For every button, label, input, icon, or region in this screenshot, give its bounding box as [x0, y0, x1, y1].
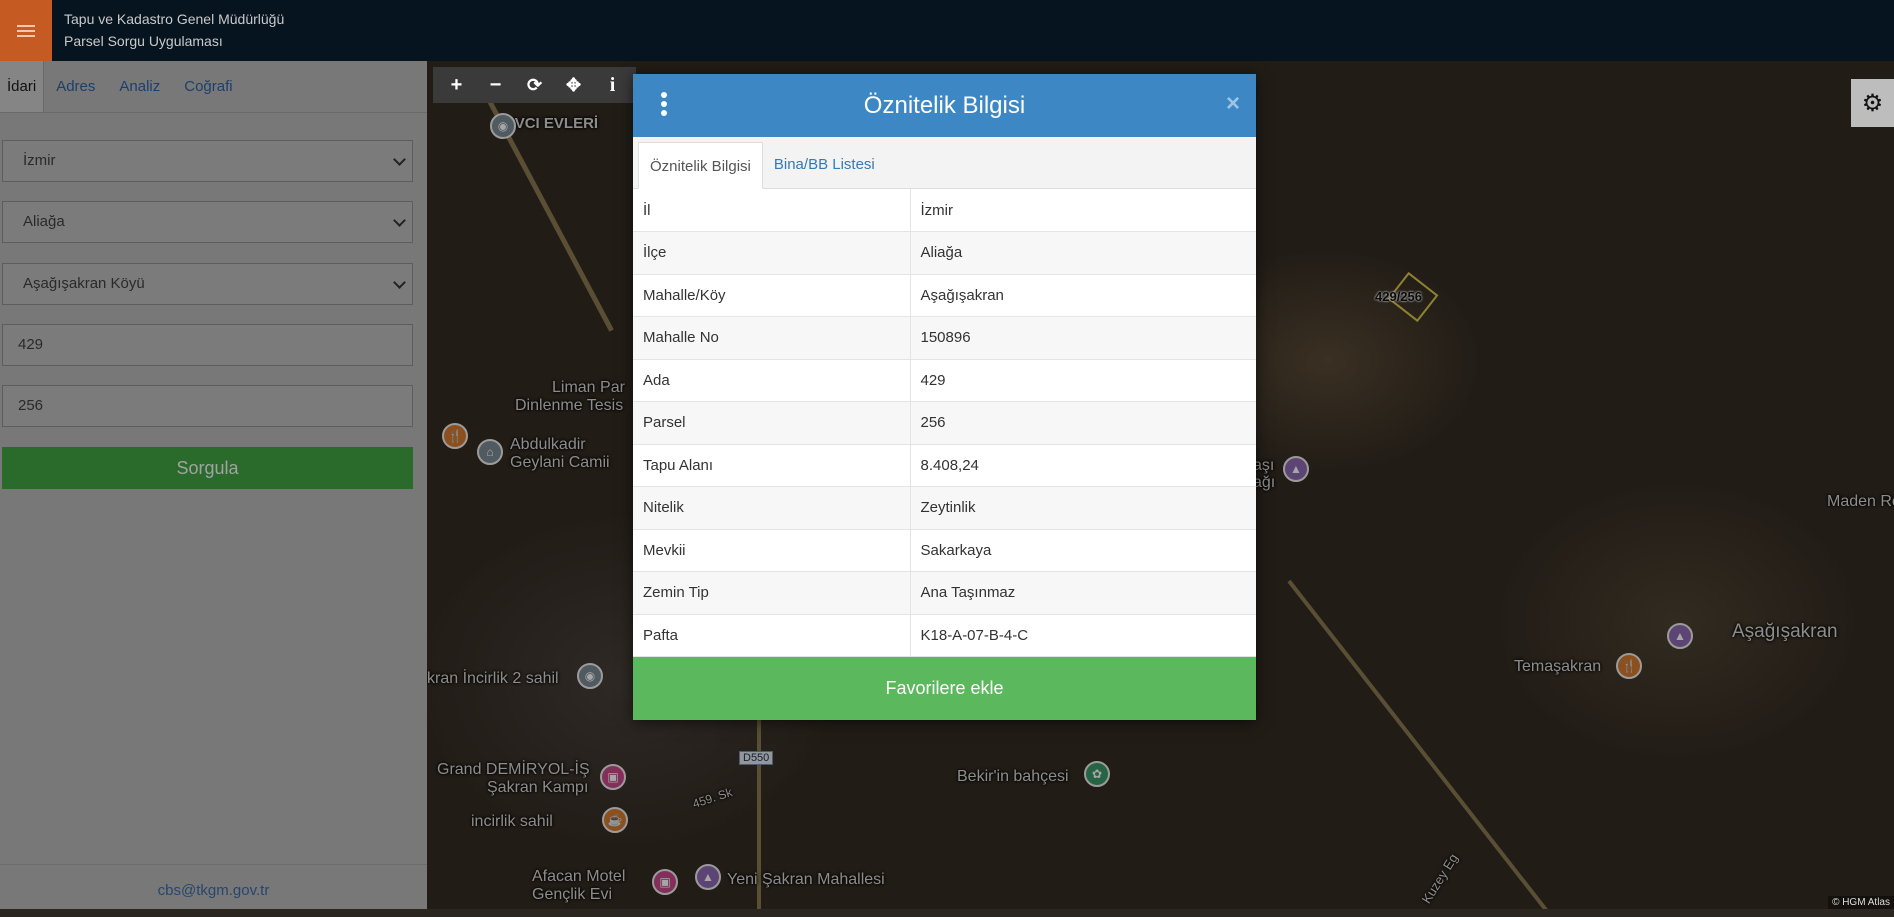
tab-idari[interactable]: İdari — [0, 61, 45, 112]
attr-key: Mahalle No — [633, 316, 911, 360]
zoom-out-icon[interactable]: − — [476, 67, 515, 103]
parsel-input-value: 256 — [18, 397, 44, 414]
table-row: İlçe Aliağa — [633, 231, 1256, 275]
ada-input[interactable]: 429 — [2, 324, 413, 366]
table-row: Mahalle No 150896 — [633, 316, 1256, 360]
modal-header: Öznitelik Bilgisi × — [633, 74, 1256, 137]
map-attribution: © HGM Atlas — [1828, 896, 1894, 909]
attr-value: 256 — [910, 401, 1256, 445]
table-row: İl İzmir — [633, 189, 1256, 232]
org-line1: Tapu ve Kadastro Genel Müdürlüğü — [64, 11, 285, 27]
ilce-select[interactable]: Aliağa — [2, 201, 413, 243]
org-title: Tapu ve Kadastro Genel Müdürlüğü Parsel … — [64, 8, 284, 52]
footer: cbs@tkgm.gov.tr — [0, 864, 427, 909]
sidebar: İdari Adres Analiz Coğrafi İzmir Aliağa … — [0, 61, 427, 909]
attr-value: 8.408,24 — [910, 444, 1256, 487]
attr-key: Mevkii — [633, 529, 911, 572]
attr-key: Ada — [633, 359, 911, 402]
query-button[interactable]: Sorgula — [2, 447, 413, 489]
attr-key: İl — [633, 189, 911, 232]
attr-value: 429 — [910, 359, 1256, 402]
attr-value: K18-A-07-B-4-C — [910, 614, 1256, 657]
attr-value: Zeytinlik — [910, 486, 1256, 530]
map-toolbar: + − ⟳ ✥ i — [433, 67, 636, 103]
info-icon[interactable]: i — [593, 67, 632, 103]
tab-adres[interactable]: Adres — [44, 61, 107, 112]
more-options-icon[interactable] — [661, 92, 667, 119]
attr-key: Parsel — [633, 401, 911, 445]
sidebar-tabs: İdari Adres Analiz Coğrafi — [0, 61, 427, 113]
attr-key: İlçe — [633, 231, 911, 275]
ilce-select-value: Aliağa — [23, 213, 65, 230]
ada-input-value: 429 — [18, 336, 44, 353]
attribute-table: İl İzmir İlçe Aliağa Mahalle/Köy Aşağışakra… — [633, 189, 1256, 657]
tab-analiz[interactable]: Analiz — [107, 61, 172, 112]
zoom-in-icon[interactable]: + — [437, 67, 476, 103]
mahalle-select[interactable]: Aşağışakran Köyü — [2, 263, 413, 305]
attr-key: Mahalle/Köy — [633, 274, 911, 317]
attr-key: Pafta — [633, 614, 911, 657]
attr-value: Aşağışakran — [910, 274, 1256, 317]
modal-title: Öznitelik Bilgisi — [863, 92, 1026, 119]
table-row: Pafta K18-A-07-B-4-C — [633, 614, 1256, 657]
attr-value: Sakarkaya — [910, 529, 1256, 572]
table-row: Ada 429 — [633, 359, 1256, 402]
mahalle-select-value: Aşağışakran Köyü — [23, 275, 145, 292]
chevron-down-icon — [393, 153, 406, 166]
table-row: Mevkii Sakarkaya — [633, 529, 1256, 572]
modal-tabs: Öznitelik Bilgisi Bina/BB Listesi — [633, 137, 1256, 189]
attribute-info-modal: Öznitelik Bilgisi × Öznitelik Bilgisi Bi… — [633, 74, 1256, 720]
close-icon[interactable]: × — [1226, 90, 1240, 118]
il-select-value: İzmir — [23, 152, 56, 169]
table-row: Zemin Tip Ana Taşınmaz — [633, 571, 1256, 615]
attr-value: Aliağa — [910, 231, 1256, 275]
il-select[interactable]: İzmir — [2, 140, 413, 182]
parsel-input[interactable]: 256 — [2, 385, 413, 427]
footer-email-link[interactable]: cbs@tkgm.gov.tr — [158, 882, 270, 899]
tab-oznitelik-bilgisi[interactable]: Öznitelik Bilgisi — [638, 142, 763, 189]
tab-bina-bb-listesi[interactable]: Bina/BB Listesi — [763, 141, 886, 188]
top-bar: Tapu ve Kadastro Genel Müdürlüğü Parsel … — [0, 0, 1894, 61]
table-row: Tapu Alanı 8.408,24 — [633, 444, 1256, 487]
table-row: Nitelik Zeytinlik — [633, 486, 1256, 530]
settings-gear-icon[interactable]: ⚙ — [1851, 79, 1894, 127]
hamburger-menu-button[interactable] — [0, 0, 52, 61]
table-row: Mahalle/Köy Aşağışakran — [633, 274, 1256, 317]
chevron-down-icon — [393, 214, 406, 227]
add-to-favorites-button[interactable]: Favorilere ekle — [633, 657, 1256, 720]
refresh-icon[interactable]: ⟳ — [515, 67, 554, 103]
table-row: Parsel 256 — [633, 401, 1256, 445]
tab-cografi[interactable]: Coğrafi — [172, 61, 244, 112]
hamburger-icon — [17, 22, 35, 40]
locate-icon[interactable]: ✥ — [554, 67, 593, 103]
attr-value: 150896 — [910, 316, 1256, 360]
attr-key: Nitelik — [633, 486, 911, 530]
attr-value: İzmir — [910, 189, 1256, 232]
attr-key: Tapu Alanı — [633, 444, 911, 487]
org-line2: Parsel Sorgu Uygulaması — [64, 33, 223, 49]
chevron-down-icon — [393, 276, 406, 289]
attr-value: Ana Taşınmaz — [910, 571, 1256, 615]
attr-key: Zemin Tip — [633, 571, 911, 615]
